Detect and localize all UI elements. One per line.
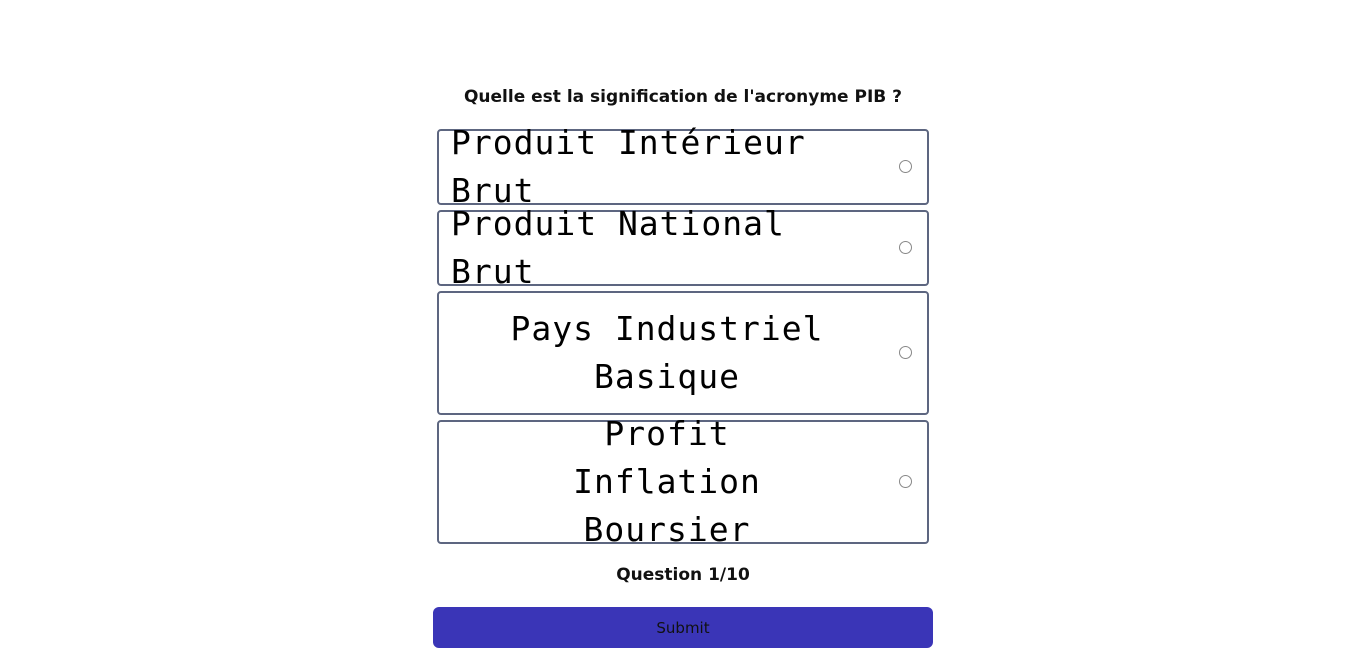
radio-unchecked-icon[interactable] [899, 241, 912, 254]
question-progress: Question 1/10 [616, 565, 750, 585]
answer-option-label: Pays Industriel Basique [510, 309, 824, 396]
answer-option-1[interactable]: Produit Intérieur Brut [437, 123, 929, 210]
radio-unchecked-icon[interactable] [899, 475, 912, 488]
answer-option-2[interactable]: Produit National Brut [437, 204, 929, 291]
answer-option-label: Produit Intérieur Brut [451, 123, 806, 210]
answer-option-label: Profit Inflation Boursier [573, 414, 761, 549]
question-title: Quelle est la signification de l'acronym… [463, 87, 903, 107]
submit-button[interactable]: Submit [433, 607, 933, 648]
radio-unchecked-icon[interactable] [899, 160, 912, 173]
answer-option-label: Produit National Brut [451, 204, 785, 291]
radio-unchecked-icon[interactable] [899, 346, 912, 359]
answer-option-3[interactable]: Pays Industriel Basique [437, 291, 929, 415]
answer-list: Produit Intérieur Brut Produit National … [437, 123, 929, 549]
answer-option-4[interactable]: Profit Inflation Boursier [437, 414, 929, 549]
quiz-container: Quelle est la signification de l'acronym… [0, 0, 1366, 656]
